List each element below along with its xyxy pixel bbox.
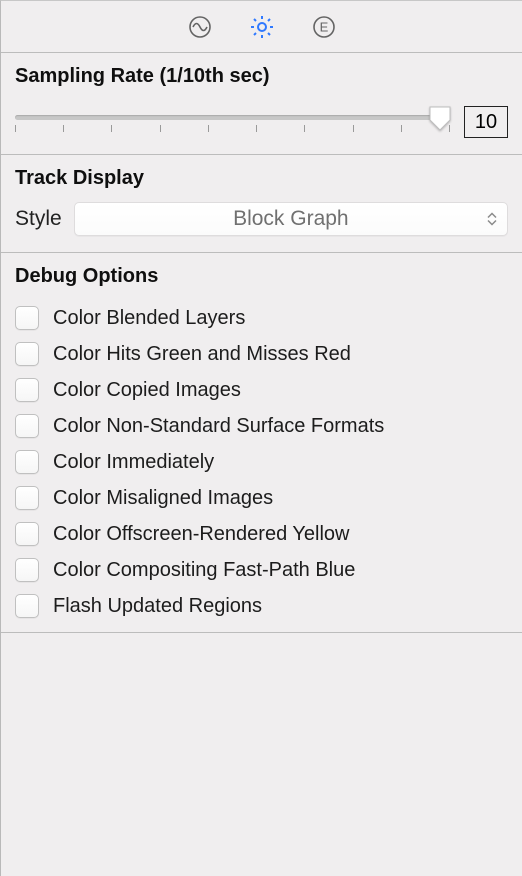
checkbox[interactable]	[15, 342, 39, 366]
checkbox[interactable]	[15, 594, 39, 618]
debug-options-heading: Debug Options	[15, 265, 508, 288]
checkbox-label: Color Compositing Fast-Path Blue	[53, 559, 355, 582]
sampling-rate-heading: Sampling Rate (1/10th sec)	[15, 65, 508, 88]
debug-option-row: Color Blended Layers	[15, 300, 508, 336]
checkbox-label: Color Non-Standard Surface Formats	[53, 415, 384, 438]
debug-option-row: Color Copied Images	[15, 372, 508, 408]
debug-option-row: Color Non-Standard Surface Formats	[15, 408, 508, 444]
checkbox[interactable]	[15, 486, 39, 510]
checkbox[interactable]	[15, 522, 39, 546]
style-select[interactable]: Block Graph	[74, 202, 508, 236]
debug-option-row: Color Hits Green and Misses Red	[15, 336, 508, 372]
track-display-section: Track Display Style Block Graph	[1, 155, 522, 253]
empty-area	[1, 633, 522, 876]
checkbox-label: Color Immediately	[53, 451, 214, 474]
checkbox-label: Color Offscreen-Rendered Yellow	[53, 523, 349, 546]
checkbox[interactable]	[15, 306, 39, 330]
debug-option-row: Flash Updated Regions	[15, 588, 508, 624]
circled-e-icon[interactable]: E	[311, 14, 337, 40]
toolbar: E	[1, 1, 522, 53]
wave-icon[interactable]	[187, 14, 213, 40]
checkbox-label: Color Blended Layers	[53, 307, 245, 330]
checkbox[interactable]	[15, 378, 39, 402]
style-label: Style	[15, 207, 62, 231]
debug-option-row: Color Immediately	[15, 444, 508, 480]
debug-option-row: Color Misaligned Images	[15, 480, 508, 516]
debug-option-row: Color Offscreen-Rendered Yellow	[15, 516, 508, 552]
chevron-up-down-icon	[487, 213, 497, 226]
sampling-rate-value[interactable]: 10	[464, 106, 508, 138]
checkbox[interactable]	[15, 558, 39, 582]
checkbox-label: Flash Updated Regions	[53, 595, 262, 618]
svg-text:E: E	[319, 19, 328, 34]
checkbox-label: Color Copied Images	[53, 379, 241, 402]
track-display-heading: Track Display	[15, 167, 508, 190]
sampling-rate-section: Sampling Rate (1/10th sec) 10	[1, 53, 522, 155]
style-select-value: Block Graph	[233, 207, 349, 231]
inspector-panel: E Sampling Rate (1/10th sec) 10 Track Di…	[0, 0, 522, 876]
checkbox[interactable]	[15, 450, 39, 474]
slider-knob[interactable]	[428, 105, 452, 129]
checkbox[interactable]	[15, 414, 39, 438]
gear-icon[interactable]	[249, 14, 275, 40]
debug-options-section: Debug Options Color Blended Layers Color …	[1, 253, 522, 633]
sampling-rate-slider[interactable]	[15, 107, 450, 137]
debug-option-row: Color Compositing Fast-Path Blue	[15, 552, 508, 588]
checkbox-label: Color Misaligned Images	[53, 487, 273, 510]
checkbox-label: Color Hits Green and Misses Red	[53, 343, 351, 366]
